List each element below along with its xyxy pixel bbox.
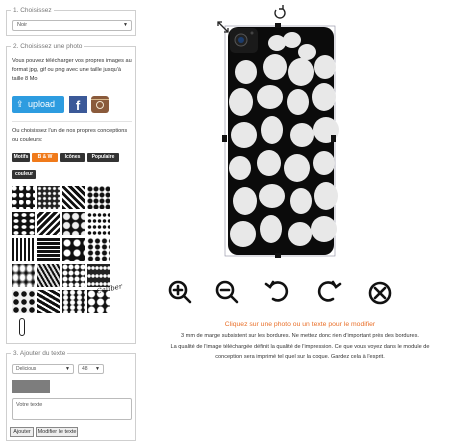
- polka-dot: [290, 123, 314, 147]
- polka-dot: [290, 188, 312, 214]
- polka-dot: [233, 187, 257, 215]
- polka-dot: [260, 215, 282, 243]
- phone-case[interactable]: [228, 27, 339, 255]
- polka-dot: [261, 116, 283, 144]
- delete-icon[interactable]: [368, 281, 392, 305]
- polka-dot: [288, 222, 312, 246]
- resize-arrow-icon[interactable]: [217, 21, 229, 33]
- polka-dot: [312, 83, 336, 111]
- print-notice: conception sera imprimé tel quel sur la …: [215, 354, 385, 360]
- polka-dot: [231, 122, 257, 148]
- polka-dot: [229, 88, 253, 116]
- design-stage: [168, 5, 392, 305]
- polka-dot: [230, 221, 256, 247]
- rotate-right-icon[interactable]: [317, 280, 342, 302]
- polka-dot: [287, 89, 309, 115]
- polka-dot: [311, 216, 337, 242]
- rotate-handle-icon[interactable]: [274, 5, 286, 19]
- quality-notice: La qualité de l'image téléchargée défini…: [170, 344, 430, 350]
- polka-dot: [257, 150, 281, 176]
- polka-dot: [229, 156, 251, 180]
- rotate-left-icon[interactable]: [264, 280, 289, 302]
- margin-notice: 3 mm de marge subsistent sur les bordure…: [181, 333, 419, 339]
- zoom-in-icon[interactable]: [168, 280, 192, 304]
- polka-dot: [235, 60, 257, 84]
- polka-dot: [283, 32, 301, 48]
- polka-dot: [314, 182, 338, 210]
- polka-dot: [314, 55, 336, 79]
- polka-dot: [313, 151, 335, 175]
- polka-dot: [259, 184, 285, 208]
- polka-dot: [284, 154, 310, 182]
- zoom-out-icon[interactable]: [215, 280, 239, 304]
- edit-hint: Cliquez sur une photo ou un texte pour l…: [224, 321, 376, 328]
- polka-dot: [268, 35, 286, 51]
- polka-dot: [298, 44, 316, 60]
- polka-dot: [263, 54, 287, 80]
- polka-dot: [257, 85, 283, 109]
- polka-dot: [288, 58, 314, 86]
